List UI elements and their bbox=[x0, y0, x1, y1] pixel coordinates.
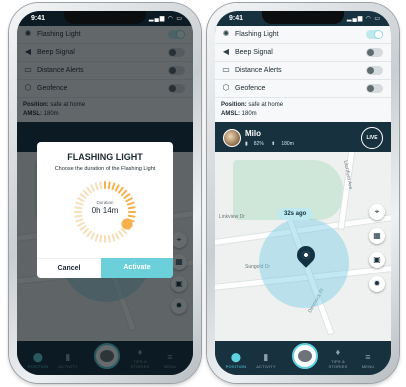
dial-tick bbox=[94, 182, 99, 191]
duration-label: Duration bbox=[96, 200, 114, 205]
street-label: Linkview Dr bbox=[219, 214, 245, 220]
locate-button[interactable]: ⌖ bbox=[369, 204, 385, 220]
nav-tips[interactable]: ♦ TIPS & STORIES bbox=[323, 347, 353, 369]
cancel-button[interactable]: Cancel bbox=[37, 258, 101, 278]
dial-tick bbox=[118, 186, 124, 194]
dialog-title: FLASHING LIGHT bbox=[67, 152, 143, 162]
dial-tick bbox=[79, 193, 87, 199]
geofence-toggle[interactable] bbox=[366, 84, 383, 93]
dial-tick bbox=[107, 181, 111, 190]
dial-tick bbox=[111, 233, 116, 242]
position-value: safe at home bbox=[248, 102, 284, 108]
status-icons: ▂▄▆ ◠ ▭ bbox=[148, 16, 183, 22]
dial-tick bbox=[82, 189, 90, 197]
map-layers-button[interactable]: ▦ bbox=[369, 228, 385, 244]
setting-row-beep-signal[interactable]: ◀ Beep Signal bbox=[215, 44, 391, 62]
flashing-light-toggle[interactable] bbox=[366, 30, 383, 39]
live-button[interactable]: LIVE bbox=[361, 127, 383, 149]
pet-name: Milo bbox=[245, 129, 261, 138]
nav-label: TIPS & STORIES bbox=[328, 359, 348, 369]
dial-tick bbox=[118, 230, 124, 238]
geofence-icon: ⬡ bbox=[222, 83, 230, 92]
dial-tick bbox=[111, 182, 116, 191]
duration-value: 0h 14m bbox=[91, 206, 119, 215]
pet-avatar-button[interactable] bbox=[292, 343, 318, 369]
dial-tick bbox=[120, 227, 128, 235]
dial-tick bbox=[90, 184, 96, 192]
dial-tick bbox=[75, 218, 84, 223]
dial-tick bbox=[114, 184, 120, 192]
pet-avatar[interactable] bbox=[223, 129, 241, 147]
phone-right: 9:41 ▂▄▆ ◠ ▭ ✺ Flashing Light ◀ Beep Sig… bbox=[207, 3, 399, 383]
dial-tick bbox=[99, 234, 103, 243]
flashlight-icon: ✺ bbox=[222, 29, 230, 38]
pet-header: Milo ▮ 82% ⬍ 180m LIVE bbox=[215, 124, 391, 152]
distance-alerts-toggle[interactable] bbox=[366, 66, 383, 75]
speaker-icon: ◀ bbox=[222, 47, 230, 56]
nav-label: MENU bbox=[361, 364, 375, 369]
amsl-value: 180m bbox=[241, 111, 257, 117]
setting-label: Distance Alerts bbox=[235, 67, 282, 74]
screen-right: 9:41 ▂▄▆ ◠ ▭ ✺ Flashing Light ◀ Beep Sig… bbox=[215, 11, 391, 375]
dialog-actions: Cancel Activate bbox=[37, 258, 173, 278]
pet-distance: 180m bbox=[281, 141, 294, 147]
status-time: 9:41 bbox=[31, 15, 46, 22]
settings-panel: ✺ Flashing Light ◀ Beep Signal ▭ Distanc… bbox=[215, 26, 391, 122]
last-seen-tag: 32s ago bbox=[277, 208, 314, 220]
map-view[interactable]: Linkview Dr Sungold Dr Dimmock Pl Litchf… bbox=[215, 152, 391, 341]
setting-label: Geofence bbox=[235, 85, 266, 92]
phone-left: 9:41 ▂▄▆ ◠ ▭ ✺ Flashing Light ◀ Beep Sig… bbox=[9, 3, 201, 383]
dial-tick bbox=[79, 225, 87, 231]
distance-icon: ▭ bbox=[222, 65, 230, 74]
distance-pin-icon: ⬍ bbox=[271, 141, 276, 147]
dial-tick bbox=[114, 232, 120, 240]
dial-tick bbox=[86, 186, 92, 194]
setting-row-distance-alerts[interactable]: ▭ Distance Alerts bbox=[215, 62, 391, 80]
pet-battery: 82% bbox=[253, 141, 264, 147]
setting-row-flashing-light[interactable]: ✺ Flashing Light bbox=[215, 26, 391, 44]
tips-icon: ♦ bbox=[335, 347, 341, 357]
dial-tick bbox=[74, 214, 83, 218]
dial-tick bbox=[77, 221, 85, 227]
position-label: Position: bbox=[221, 102, 247, 108]
nav-position[interactable]: ⬤ POSITION bbox=[221, 352, 251, 369]
amsl-label: AMSL: bbox=[221, 111, 240, 117]
dial-tick bbox=[94, 233, 99, 242]
dial-tick bbox=[86, 230, 92, 238]
dial-tick bbox=[127, 214, 136, 218]
dial-tick bbox=[90, 232, 96, 240]
setting-label: Flashing Light bbox=[235, 31, 279, 38]
setting-row-geofence[interactable]: ⬡ Geofence bbox=[215, 80, 391, 98]
activity-chart-icon: ▮ bbox=[263, 352, 269, 362]
position-pin-icon: ⬤ bbox=[230, 352, 242, 362]
notch bbox=[64, 11, 146, 24]
beep-signal-toggle[interactable] bbox=[366, 48, 383, 57]
position-info: Position: safe at home AMSL: 180m bbox=[215, 98, 391, 122]
screen-left: 9:41 ▂▄▆ ◠ ▭ ✺ Flashing Light ◀ Beep Sig… bbox=[17, 11, 193, 375]
nav-label: ACTIVITY bbox=[256, 364, 276, 369]
dial-tick bbox=[120, 189, 128, 197]
dial-tick bbox=[107, 234, 111, 243]
battery-icon: ▮ bbox=[245, 141, 248, 147]
nav-menu[interactable]: ≡ MENU bbox=[353, 352, 383, 369]
notch bbox=[262, 11, 344, 24]
activate-button[interactable]: Activate bbox=[101, 258, 173, 278]
dialog-subtitle: Choose the duration of the Flashing Ligh… bbox=[54, 166, 156, 172]
dial-tick bbox=[123, 193, 131, 199]
flashing-light-dialog: FLASHING LIGHT Choose the duration of th… bbox=[37, 142, 173, 278]
pet-stats: ▮ 82% ⬍ 180m bbox=[245, 141, 300, 147]
dial-tick bbox=[99, 181, 103, 190]
status-time: 9:41 bbox=[229, 15, 244, 22]
dial-handle[interactable] bbox=[121, 218, 133, 230]
nav-activity[interactable]: ▮ ACTIVITY bbox=[251, 352, 281, 369]
status-icons: ▂▄▆ ◠ ▭ bbox=[346, 16, 381, 22]
bottom-nav: ⬤ POSITION ▮ ACTIVITY ♦ TIPS & STORIES ≡ MEN… bbox=[215, 341, 391, 375]
settings-gear-button[interactable]: ✹ bbox=[369, 276, 385, 292]
dial-tick bbox=[82, 227, 90, 235]
nav-label: POSITION bbox=[225, 364, 247, 369]
calendar-button[interactable]: ▣ bbox=[369, 252, 385, 268]
setting-label: Beep Signal bbox=[235, 49, 273, 56]
menu-icon: ≡ bbox=[365, 352, 371, 362]
